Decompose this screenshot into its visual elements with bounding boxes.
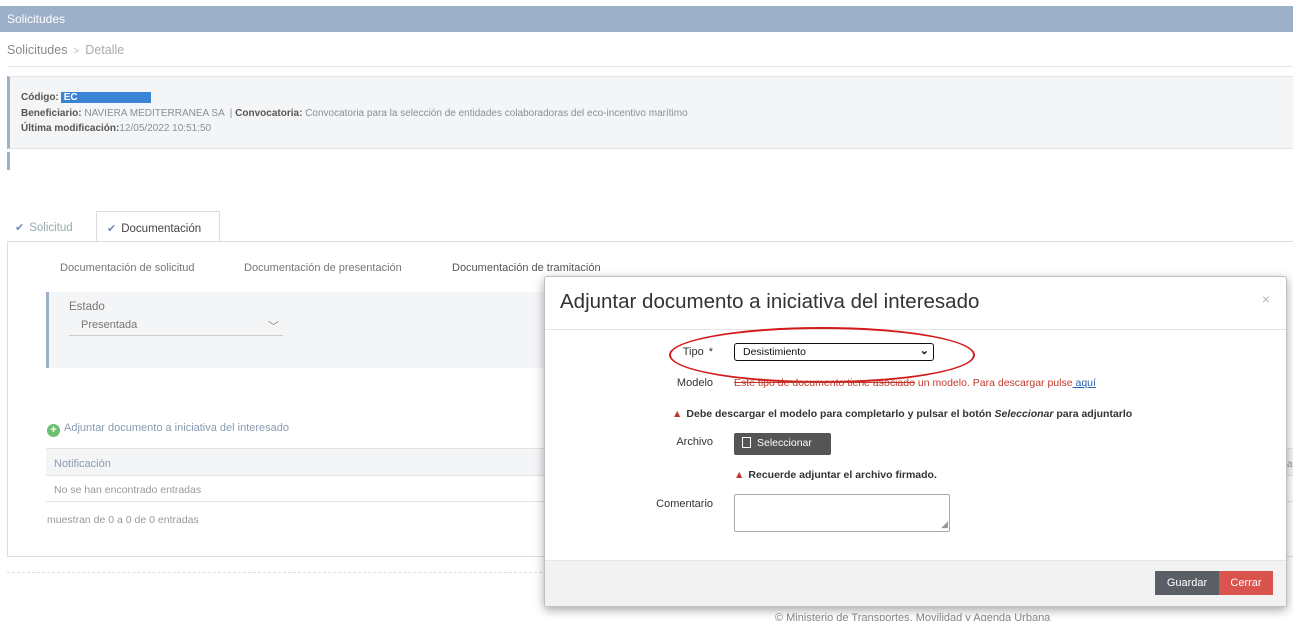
- chevron-down-icon: ﹀: [268, 321, 279, 333]
- check-icon: ✔: [15, 222, 25, 234]
- clipped-column-text: a: [1287, 459, 1293, 470]
- breadcrumb-current: Detalle: [85, 43, 125, 57]
- modelo-text-rest: un modelo. Para descargar pulse: [914, 377, 1073, 389]
- section-marker: [7, 152, 10, 170]
- select-file-label: Seleccionar: [757, 437, 812, 449]
- download-warning: ▲ Debe descargar el modelo para completar…: [672, 408, 1132, 420]
- archivo-label: Archivo: [676, 436, 713, 448]
- attach-document-dialog: Adjuntar documento a iniciativa del inte…: [544, 276, 1287, 607]
- select-file-button[interactable]: Seleccionar: [734, 433, 831, 455]
- divider: [7, 572, 547, 573]
- warning-emphasis: Seleccionar: [994, 408, 1054, 420]
- warning-text-end: para adjuntarlo: [1053, 408, 1133, 420]
- breadcrumb-separator: >: [73, 46, 80, 57]
- subtab-presentacion[interactable]: Documentación de presentación: [244, 262, 402, 274]
- breadcrumb: Solicitudes > Detalle: [7, 43, 124, 57]
- estado-label: Estado: [69, 301, 105, 313]
- signed-file-warning: ▲ Recuerde adjuntar el archivo firmado.: [734, 469, 937, 481]
- subtab-tramitacion[interactable]: Documentación de tramitación: [452, 262, 601, 274]
- tab-solicitud[interactable]: ✔ Solicitud: [7, 211, 94, 242]
- estado-filter: Estado Presentada ﹀: [46, 292, 566, 368]
- codigo-value: EC: [60, 92, 151, 103]
- convocatoria-separator: |: [229, 108, 233, 119]
- app-title: Solicitudes: [7, 12, 66, 26]
- warning-icon: ▲: [672, 408, 683, 420]
- dialog-footer: Guardar Cerrar: [545, 560, 1286, 606]
- modelo-label: Modelo: [676, 377, 713, 389]
- convocatoria-label: Convocatoria:: [235, 108, 303, 119]
- table-info: muestran de 0 a 0 de 0 entradas: [47, 514, 199, 526]
- empty-message: No se han encontrado entradas: [54, 484, 202, 496]
- breadcrumb-root[interactable]: Solicitudes: [7, 43, 67, 57]
- modificacion-row: Última modificación:12/05/2022 10:51:50: [21, 123, 211, 134]
- estado-select[interactable]: Presentada ﹀: [69, 316, 283, 336]
- tab-label: Documentación: [121, 223, 202, 235]
- plus-circle-icon: +: [47, 424, 60, 437]
- request-summary: Código: EC Beneficiario: NAVIERA MEDITERR…: [7, 76, 1293, 149]
- beneficiario-label: Beneficiario:: [21, 108, 82, 119]
- comentario-textarea[interactable]: ◢: [734, 494, 950, 532]
- beneficiario-row: Beneficiario: NAVIERA MEDITERRANEA SA | …: [21, 108, 688, 119]
- modificacion-value: 12/05/2022 10:51:50: [119, 123, 212, 134]
- footer-copyright: © Ministerio de Transportes, Movilidad y…: [775, 612, 1051, 621]
- file-icon: [742, 437, 751, 448]
- warning-text: Debe descargar el modelo para completarl…: [686, 408, 995, 420]
- breadcrumb-divider: [7, 66, 1293, 67]
- attach-document-label: Adjuntar documento a iniciativa del inte…: [64, 422, 290, 434]
- close-button[interactable]: Cerrar: [1219, 571, 1273, 595]
- download-model-link[interactable]: aquí: [1073, 377, 1095, 389]
- beneficiario-value: NAVIERA MEDITERRANEA SA: [84, 108, 225, 119]
- dialog-title: Adjuntar documento a iniciativa del inte…: [560, 290, 980, 313]
- estado-value: Presentada: [81, 319, 138, 331]
- check-icon: ✔: [107, 223, 117, 235]
- modificacion-label: Última modificación:: [21, 123, 120, 134]
- close-icon[interactable]: ×: [1262, 291, 1270, 307]
- app-header: Solicitudes: [0, 6, 1293, 32]
- codigo-label: Código:: [21, 92, 59, 103]
- comentario-label: Comentario: [656, 498, 713, 510]
- attach-document-link[interactable]: + Adjuntar documento a iniciativa del int…: [47, 422, 289, 437]
- convocatoria-value: Convocatoria para la selección de entida…: [305, 108, 688, 119]
- codigo-row: Código: EC: [21, 92, 151, 103]
- resize-grip-icon[interactable]: ◢: [941, 519, 948, 530]
- column-notificacion[interactable]: Notificación: [54, 458, 111, 470]
- warning-icon: ▲: [734, 469, 745, 481]
- annotation-ellipse: [669, 327, 975, 383]
- modelo-text-struck: Este tipo de documento tiene asociado: [734, 377, 915, 389]
- save-button[interactable]: Guardar: [1155, 571, 1219, 595]
- tab-label: Solicitud: [29, 222, 73, 234]
- dialog-divider: [545, 329, 1286, 330]
- modelo-text: Este tipo de documento tiene asociado un…: [734, 377, 1096, 389]
- subtab-solicitud[interactable]: Documentación de solicitud: [60, 262, 195, 274]
- warning-text: Recuerde adjuntar el archivo firmado.: [748, 469, 937, 481]
- tab-documentacion[interactable]: ✔ Documentación: [96, 211, 220, 242]
